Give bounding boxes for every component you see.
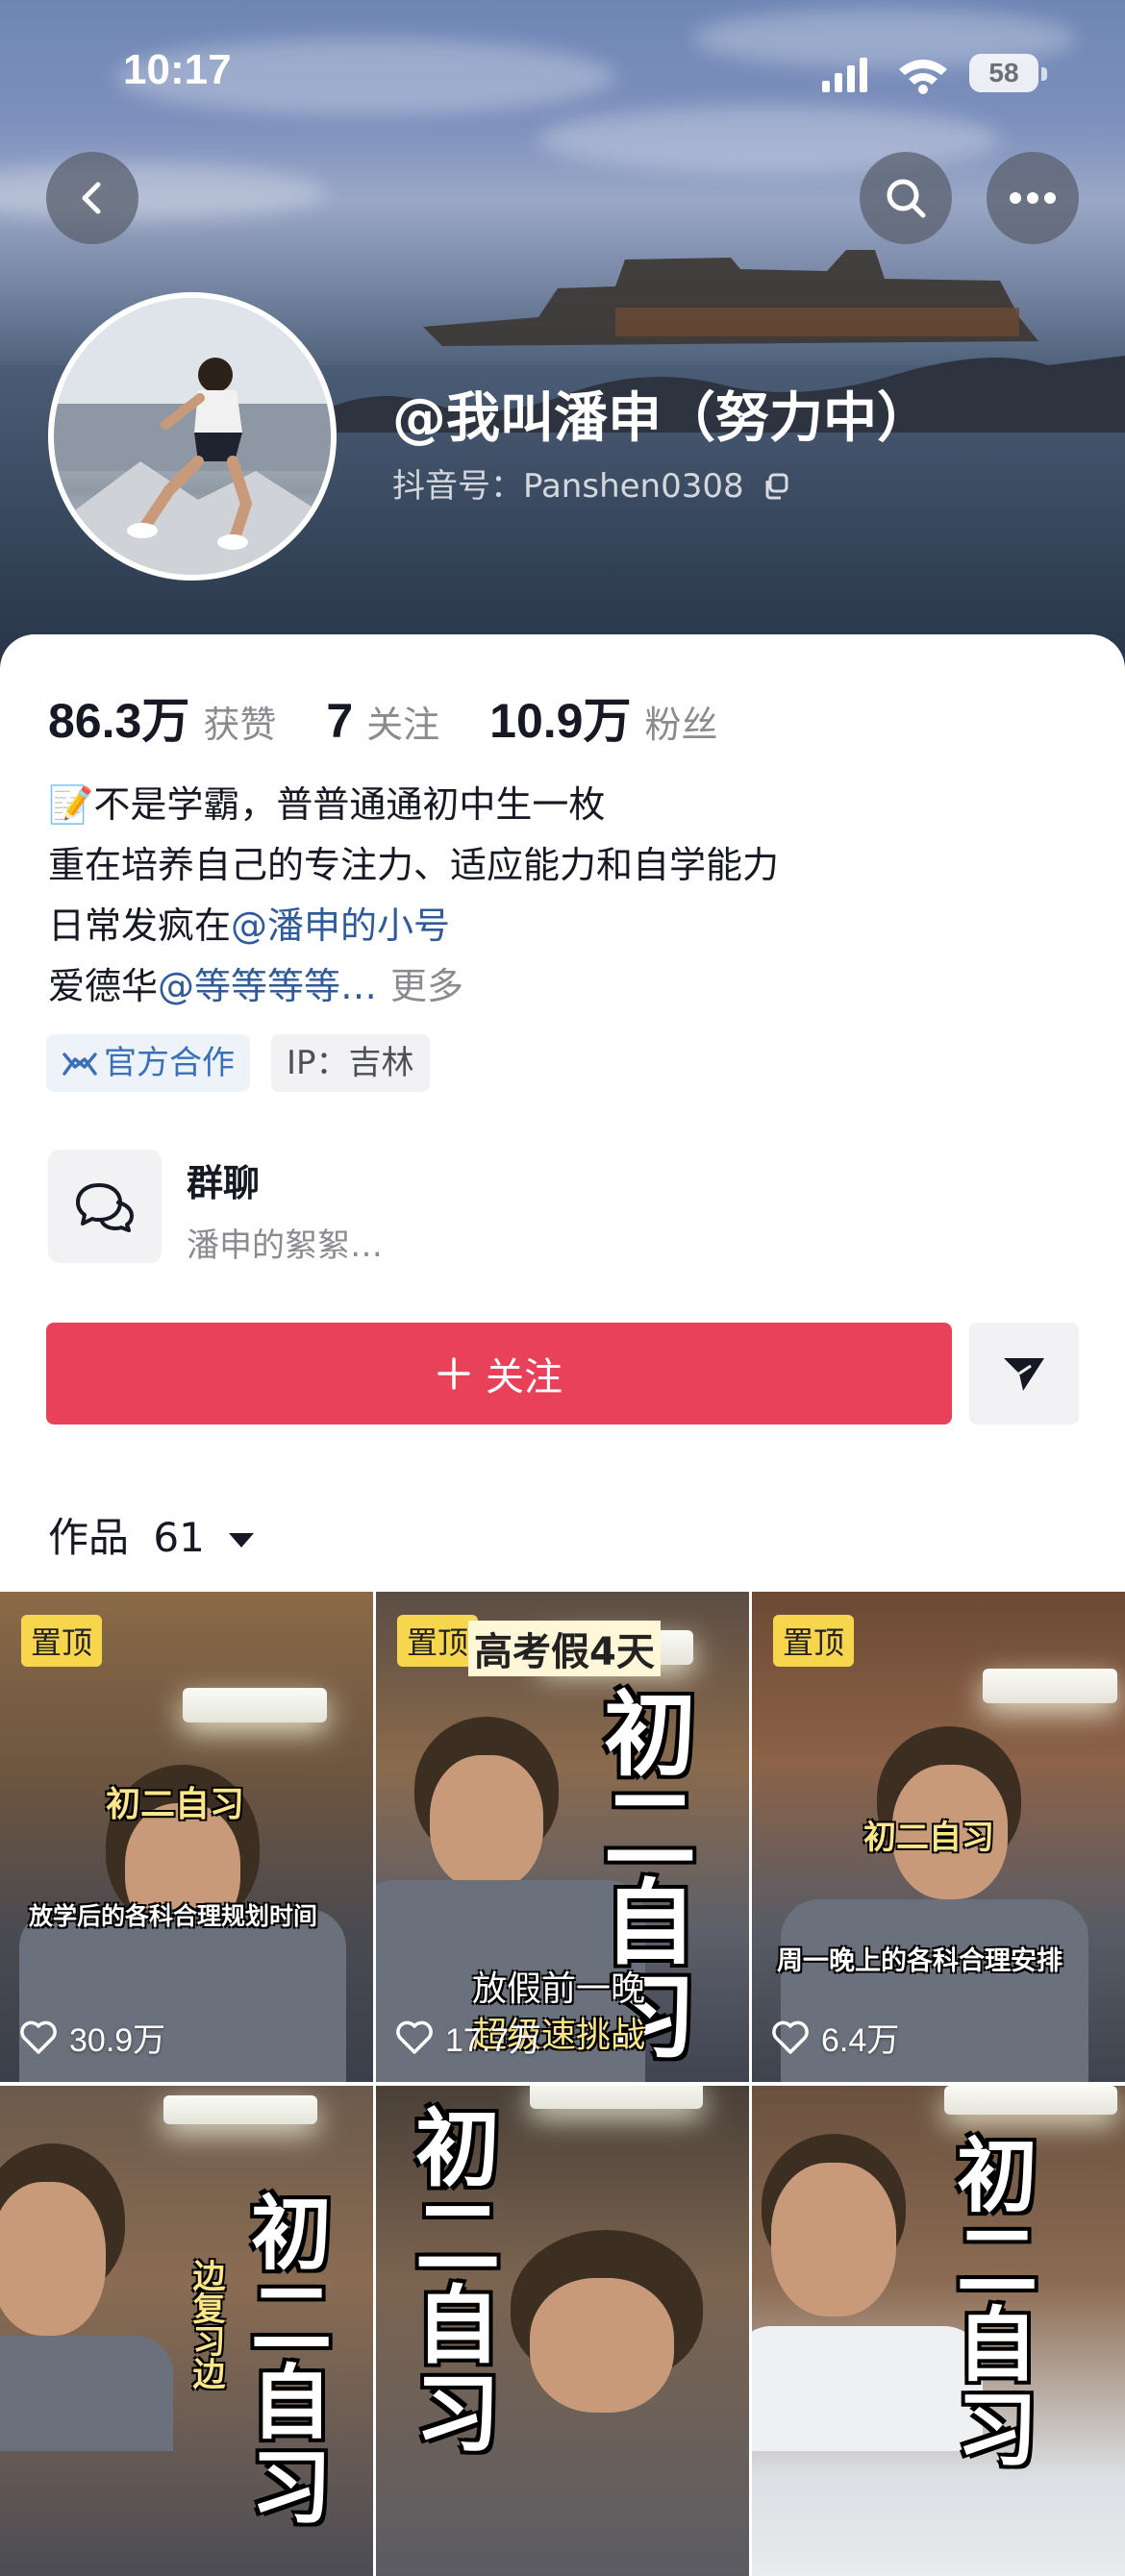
avatar-photo [54, 298, 331, 575]
video-likes: 17.7万 [395, 2014, 541, 2061]
video-caption-vertical: 初二自习 [956, 2129, 1038, 2477]
video-tile[interactable]: 置顶 高考假4天 初二自习 放假前一晚 超级速挑战 17.7万 [376, 1592, 749, 2082]
group-chat-title[interactable]: 群聊 [187, 1153, 260, 1206]
bio-text: 日常发疯在 [48, 904, 232, 947]
bio-text: 爱德华 [48, 965, 159, 1007]
video-tile[interactable]: 置顶 初二自习 周一晚上的各科合理安排 6.4万 [752, 1592, 1125, 2082]
video-caption: 放学后的各科合理规划时间 [29, 1902, 318, 1930]
bio-line-1: 📝不是学霸，普普通通初中生一枚 [48, 783, 606, 826]
profile-bio: 📝不是学霸，普普通通初中生一枚 重在培养自己的专注力、适应能力和自学能力 日常发… [48, 775, 779, 1017]
likes-count: 86.3万 [48, 694, 190, 748]
bio-line-4: 爱德华@等等等等… 更多 [48, 956, 779, 1017]
video-caption-vertical: 初二自习 [414, 2099, 500, 2464]
pinned-badge: 置顶 [397, 1615, 479, 1667]
profile-name: @我叫潘申（努力中） [392, 387, 931, 450]
copy-icon[interactable] [762, 472, 790, 501]
followers-label[interactable]: 粉丝 [645, 695, 718, 748]
search-button[interactable] [860, 152, 952, 244]
works-count: 61 [153, 1514, 205, 1561]
video-tile[interactable]: 初二自习 [752, 2086, 1125, 2576]
follow-button[interactable]: 关注 [46, 1323, 952, 1424]
stats-row: 86.3万 获赞 7 关注 10.9万 粉丝 [48, 682, 768, 748]
chevron-left-icon [82, 182, 101, 214]
video-caption: 高考假4天 [468, 1621, 661, 1676]
signal-wifi-icon [822, 58, 947, 94]
heart-icon [396, 2020, 433, 2054]
likes-label: 获赞 [203, 704, 277, 746]
status-bar: 10:17 58 [0, 0, 1125, 144]
follow-label: 关注 [486, 1355, 562, 1399]
ip-location-tag: IP：吉林 [271, 1034, 430, 1092]
group-chat-subtitle[interactable]: 潘申的絮絮… [187, 1219, 383, 1266]
video-likes: 30.9万 [19, 2014, 165, 2061]
likes-value: 17.7万 [445, 2022, 542, 2059]
following-count[interactable]: 7 [326, 693, 353, 749]
video-caption: 初二自习 [863, 1819, 994, 1857]
douyin-id-text: 抖音号：Panshen0308 [392, 467, 744, 506]
more-dots-icon [1010, 192, 1056, 204]
bio-line-3: 日常发疯在@潘申的小号 [48, 896, 779, 956]
likes-value: 30.9万 [69, 2022, 166, 2059]
send-message-button[interactable] [969, 1323, 1079, 1424]
works-tab[interactable]: 作品 61 [48, 1505, 255, 1564]
video-likes: 6.4万 [771, 2014, 899, 2061]
heart-icon [772, 2020, 809, 2054]
video-caption: 边复习边 [187, 2259, 225, 2390]
video-tile[interactable]: 置顶 初二自习 放学后的各科合理规划时间 30.9万 [0, 1592, 373, 2082]
video-caption-vertical: 初二自习 [250, 2187, 332, 2535]
back-button[interactable] [46, 152, 138, 244]
send-icon [1004, 1358, 1044, 1391]
likes-value: 6.4万 [821, 2022, 900, 2059]
followers-count[interactable]: 10.9万 [489, 682, 631, 752]
works-label: 作品 [48, 1514, 130, 1561]
video-caption: 初二自习 [106, 1785, 245, 1824]
video-caption: 周一晚上的各科合理安排 [777, 1946, 1062, 1976]
group-chat-icon-box[interactable] [48, 1150, 162, 1263]
plus-icon [438, 1357, 470, 1390]
official-tag-label: 官方合作 [104, 1044, 235, 1082]
official-cooperation-tag[interactable]: 官方合作 [46, 1034, 250, 1092]
video-caption: 放假前一晚 [472, 1969, 646, 2009]
video-tile[interactable]: 初二自习 边复习边 [0, 2086, 373, 2576]
profile-avatar[interactable] [48, 292, 337, 581]
dropdown-caret-icon [229, 1533, 255, 1548]
more-options-button[interactable] [987, 152, 1079, 244]
video-tile[interactable]: 初二自习 [376, 2086, 749, 2576]
mention-link[interactable]: @等等等等… [158, 965, 377, 1007]
video-grid: 置顶 初二自习 放学后的各科合理规划时间 30.9万 置顶 高考假4天 初二自习… [0, 1592, 1125, 2576]
status-time: 10:17 [123, 46, 232, 93]
bio-more-button[interactable]: 更多 [390, 965, 463, 1007]
pinned-badge: 置顶 [773, 1615, 855, 1667]
handshake-icon [62, 1053, 97, 1076]
mention-link[interactable]: @潘申的小号 [231, 904, 450, 947]
following-label[interactable]: 关注 [366, 695, 439, 748]
search-icon [887, 179, 926, 218]
chat-bubbles-icon [76, 1183, 134, 1232]
douyin-id-row[interactable]: 抖音号：Panshen0308 [392, 459, 790, 507]
pinned-badge: 置顶 [21, 1615, 103, 1667]
battery-indicator: 58 [969, 54, 1038, 92]
bio-line-2: 重在培养自己的专注力、适应能力和自学能力 [48, 844, 780, 886]
heart-icon [20, 2020, 57, 2054]
